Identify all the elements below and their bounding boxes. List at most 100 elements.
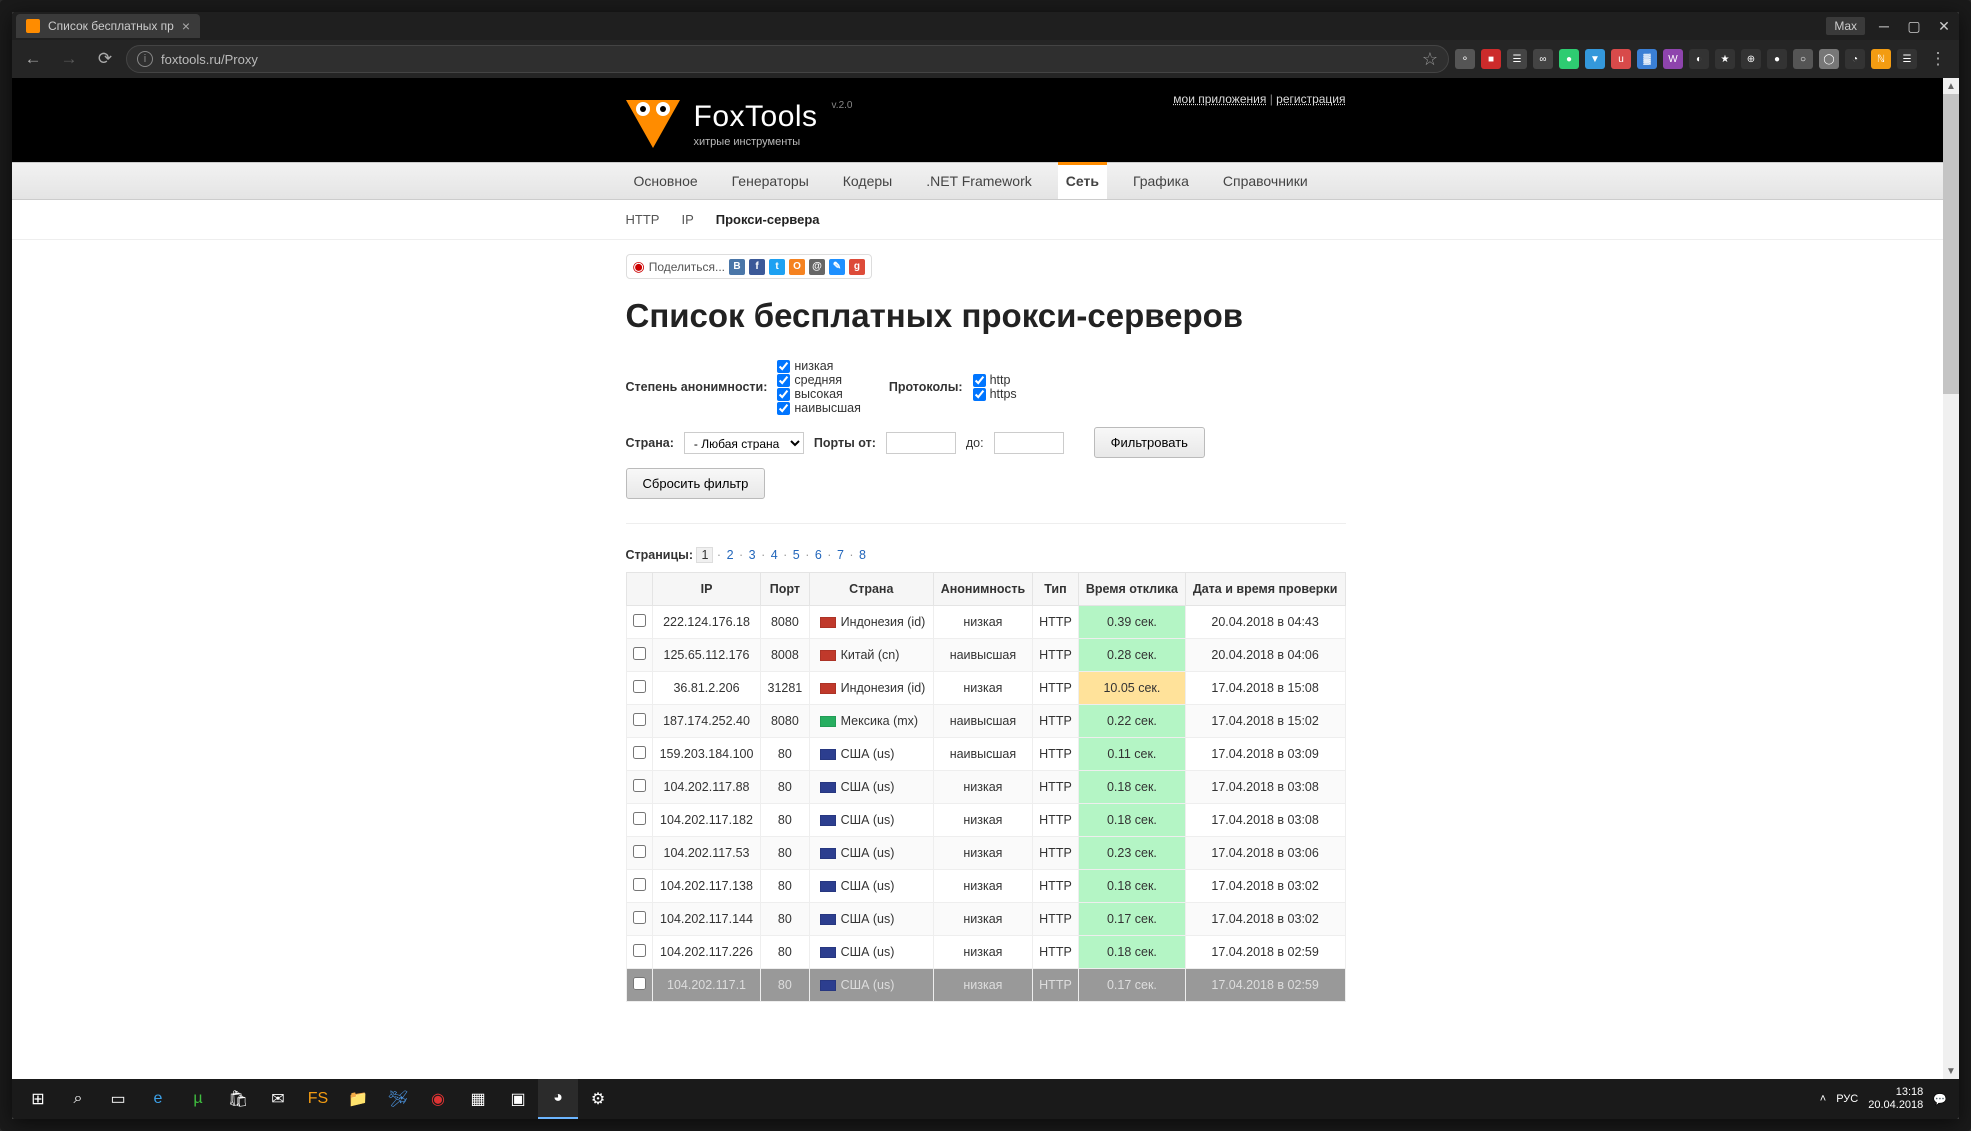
row-checkbox[interactable] xyxy=(633,713,646,726)
ok-icon[interactable]: O xyxy=(789,259,805,275)
vk-icon[interactable]: B xyxy=(729,259,745,275)
ext-icon[interactable]: ▓ xyxy=(1637,49,1657,69)
scrollbar[interactable]: ▲ ▼ xyxy=(1943,78,1959,1079)
tray-up-icon[interactable]: ˄ xyxy=(1820,1093,1826,1105)
row-checkbox[interactable] xyxy=(633,845,646,858)
forward-icon[interactable]: → xyxy=(54,44,84,74)
ext-icon[interactable]: ▼ xyxy=(1585,49,1605,69)
start-icon[interactable]: ⊞ xyxy=(18,1079,58,1119)
row-checkbox[interactable] xyxy=(633,977,646,990)
tab-close-icon[interactable]: × xyxy=(182,18,190,34)
url-field[interactable]: i foxtools.ru/Proxy ☆ xyxy=(126,45,1449,73)
page-link[interactable]: 7 xyxy=(835,548,846,562)
ext-icon[interactable]: ∞ xyxy=(1533,49,1553,69)
nav-item[interactable]: Основное xyxy=(626,163,706,199)
ext-icon[interactable]: ◐ xyxy=(1689,49,1709,69)
ext-icon[interactable]: ● xyxy=(1559,49,1579,69)
nav-item[interactable]: Графика xyxy=(1125,163,1197,199)
country-select[interactable]: - Любая страна - xyxy=(684,432,804,454)
myapps-link[interactable]: мои приложения xyxy=(1173,92,1266,106)
app-icon[interactable]: 🛩 xyxy=(378,1079,418,1119)
app-icon[interactable]: ▣ xyxy=(498,1079,538,1119)
fs-icon[interactable]: FS xyxy=(298,1079,338,1119)
port-to-input[interactable] xyxy=(994,432,1064,454)
proto-checkbox[interactable] xyxy=(973,388,986,401)
nav-item[interactable]: Генераторы xyxy=(724,163,817,199)
filter-button[interactable]: Фильтровать xyxy=(1094,427,1205,458)
ext-icon[interactable]: ◯ xyxy=(1819,49,1839,69)
ext-icon[interactable]: ★ xyxy=(1715,49,1735,69)
app-icon[interactable]: ▦ xyxy=(458,1079,498,1119)
nav-item[interactable]: Справочники xyxy=(1215,163,1316,199)
page-link[interactable]: 5 xyxy=(791,548,802,562)
settings-icon[interactable]: ⚙ xyxy=(578,1079,618,1119)
scroll-up-icon[interactable]: ▲ xyxy=(1943,78,1959,94)
clock[interactable]: 13:18 20.04.2018 xyxy=(1868,1086,1923,1112)
edge-icon[interactable]: e xyxy=(138,1079,178,1119)
explorer-icon[interactable]: 📁 xyxy=(338,1079,378,1119)
taskview-icon[interactable]: ▭ xyxy=(98,1079,138,1119)
mail-icon[interactable]: ✉ xyxy=(258,1079,298,1119)
profile-badge[interactable]: Max xyxy=(1826,17,1865,35)
ext-icon[interactable]: ● xyxy=(1767,49,1787,69)
scroll-down-icon[interactable]: ▼ xyxy=(1943,1063,1959,1079)
page-link[interactable]: 3 xyxy=(747,548,758,562)
page-link[interactable]: 6 xyxy=(813,548,824,562)
page-link[interactable]: 2 xyxy=(725,548,736,562)
page-link[interactable]: 1 xyxy=(696,547,713,563)
minimize-icon[interactable]: ─ xyxy=(1873,16,1895,36)
row-checkbox[interactable] xyxy=(633,614,646,627)
nav-item[interactable]: Кодеры xyxy=(835,163,900,199)
store-icon[interactable]: 🛍 xyxy=(218,1079,258,1119)
chrome-icon[interactable]: ◕ xyxy=(538,1079,578,1119)
lang-indicator[interactable]: РУС xyxy=(1836,1093,1858,1105)
star-icon[interactable]: ☆ xyxy=(1422,49,1438,70)
ext-icon[interactable]: ☰ xyxy=(1507,49,1527,69)
port-from-input[interactable] xyxy=(886,432,956,454)
reload-icon[interactable]: ⟳ xyxy=(90,44,120,74)
ext-icon[interactable]: ⊕ xyxy=(1741,49,1761,69)
share-widget[interactable]: ◉ Поделиться... B f t O @ ✎ g xyxy=(626,254,872,279)
anon-checkbox[interactable] xyxy=(777,374,790,387)
anon-checkbox[interactable] xyxy=(777,402,790,415)
subnav-item[interactable]: HTTP xyxy=(626,212,660,227)
ext-icon[interactable]: ⚬ xyxy=(1455,49,1475,69)
site-info-icon[interactable]: i xyxy=(137,51,153,67)
row-checkbox[interactable] xyxy=(633,878,646,891)
search-icon[interactable]: ⌕ xyxy=(58,1079,98,1119)
close-icon[interactable]: ✕ xyxy=(1933,16,1955,36)
nav-item[interactable]: .NET Framework xyxy=(918,163,1040,199)
gplus-icon[interactable]: g xyxy=(849,259,865,275)
register-link[interactable]: регистрация xyxy=(1276,92,1345,106)
fb-icon[interactable]: f xyxy=(749,259,765,275)
logo-icon[interactable] xyxy=(626,100,680,148)
page-link[interactable]: 8 xyxy=(857,548,868,562)
maximize-icon[interactable]: ▢ xyxy=(1903,16,1925,36)
ext-icon[interactable]: ◔ xyxy=(1845,49,1865,69)
subnav-item[interactable]: Прокси-сервера xyxy=(716,212,820,227)
ext-icon[interactable]: ℕ xyxy=(1871,49,1891,69)
nav-item[interactable]: Сеть xyxy=(1058,162,1107,199)
utorrent-icon[interactable]: µ xyxy=(178,1079,218,1119)
anon-checkbox[interactable] xyxy=(777,388,790,401)
row-checkbox[interactable] xyxy=(633,911,646,924)
menu-icon[interactable]: ⋮ xyxy=(1923,44,1953,74)
ext-icon[interactable]: u xyxy=(1611,49,1631,69)
row-checkbox[interactable] xyxy=(633,680,646,693)
page-link[interactable]: 4 xyxy=(769,548,780,562)
ext-icon[interactable]: ■ xyxy=(1481,49,1501,69)
row-checkbox[interactable] xyxy=(633,647,646,660)
lj-icon[interactable]: ✎ xyxy=(829,259,845,275)
row-checkbox[interactable] xyxy=(633,746,646,759)
notifications-icon[interactable]: 💬 xyxy=(1933,1093,1947,1106)
ext-icon[interactable]: ☰ xyxy=(1897,49,1917,69)
row-checkbox[interactable] xyxy=(633,944,646,957)
back-icon[interactable]: ← xyxy=(18,44,48,74)
mail-icon[interactable]: @ xyxy=(809,259,825,275)
reset-button[interactable]: Сбросить фильтр xyxy=(626,468,766,499)
row-checkbox[interactable] xyxy=(633,779,646,792)
app-icon[interactable]: ◉ xyxy=(418,1079,458,1119)
ext-icon[interactable]: ○ xyxy=(1793,49,1813,69)
scroll-thumb[interactable] xyxy=(1943,94,1959,394)
proto-checkbox[interactable] xyxy=(973,374,986,387)
